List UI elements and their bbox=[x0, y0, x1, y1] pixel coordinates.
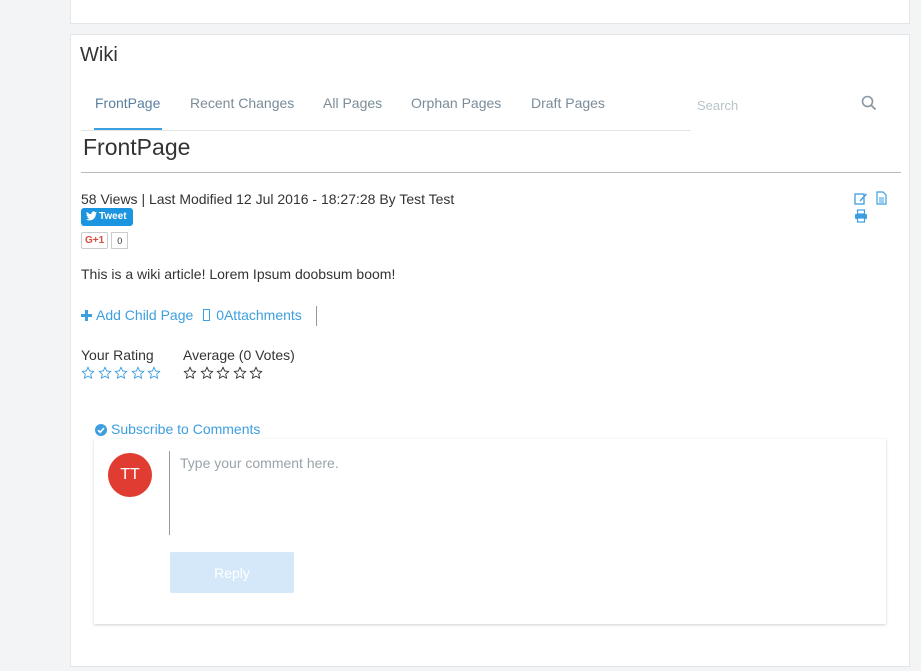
tweet-button[interactable]: Tweet bbox=[81, 208, 133, 226]
print-icon[interactable] bbox=[854, 209, 868, 223]
average-rating-star-icon bbox=[183, 366, 198, 381]
your-rating-star-icon[interactable] bbox=[147, 366, 162, 381]
page-header: FrontPage bbox=[81, 132, 901, 173]
average-rating-star-icon bbox=[216, 366, 231, 381]
page-meta: 58 Views | Last Modified 12 Jul 2016 - 1… bbox=[81, 191, 455, 207]
average-rating-stars bbox=[183, 366, 266, 382]
tab-draft-pages[interactable]: Draft Pages bbox=[531, 95, 605, 111]
add-child-page-label: Add Child Page bbox=[96, 306, 194, 323]
tweet-label: Tweet bbox=[99, 211, 127, 222]
average-rating-star-icon bbox=[200, 366, 215, 381]
tab-orphan-pages[interactable]: Orphan Pages bbox=[411, 95, 501, 111]
google-plus-count: 0 bbox=[111, 232, 129, 249]
active-tab-indicator bbox=[94, 128, 162, 130]
twitter-bird-icon bbox=[86, 211, 97, 221]
average-rating-star-icon bbox=[233, 366, 248, 381]
paperclip-icon bbox=[203, 308, 211, 321]
article-content: This is a wiki article! Lorem Ipsum doob… bbox=[81, 266, 396, 282]
portlet-title: Wiki bbox=[80, 44, 118, 66]
document-icon[interactable] bbox=[874, 191, 888, 205]
divider bbox=[315, 306, 317, 326]
your-rating-star-icon[interactable] bbox=[81, 366, 96, 381]
plus-icon bbox=[81, 309, 92, 321]
subscribe-label: Subscribe to Comments bbox=[111, 421, 261, 437]
search-form bbox=[695, 79, 885, 130]
tab-recent-changes[interactable]: Recent Changes bbox=[190, 95, 294, 111]
your-rating-star-icon[interactable] bbox=[114, 366, 129, 381]
search-icon[interactable] bbox=[861, 95, 881, 115]
reply-button[interactable]: Reply bbox=[170, 552, 294, 593]
tab-all-pages[interactable]: All Pages bbox=[323, 95, 382, 111]
add-child-page-link[interactable]: Add Child Page bbox=[81, 307, 193, 323]
your-rating-star-icon[interactable] bbox=[98, 366, 113, 381]
wiki-portlet: Wiki FrontPage Recent Changes All Pages … bbox=[70, 34, 910, 667]
wiki-nav-tabs: FrontPage Recent Changes All Pages Orpha… bbox=[81, 79, 691, 131]
page-links: Add Child Page 0Attachments bbox=[81, 306, 317, 326]
average-rating-label: Average (0 Votes) bbox=[183, 347, 295, 363]
google-plus-widget: G+1 0 bbox=[81, 232, 129, 249]
page-action-icons bbox=[854, 191, 909, 223]
check-circle-icon bbox=[95, 424, 107, 436]
comment-form: TT Reply bbox=[94, 439, 886, 624]
page-title: FrontPage bbox=[83, 134, 191, 160]
google-plus-button[interactable]: G+1 bbox=[81, 232, 109, 249]
comment-input[interactable] bbox=[169, 451, 880, 535]
average-rating-star-icon bbox=[249, 366, 264, 381]
previous-portlet bbox=[70, 0, 910, 24]
tab-frontpage[interactable]: FrontPage bbox=[95, 95, 160, 111]
subscribe-to-comments-link[interactable]: Subscribe to Comments bbox=[95, 421, 260, 437]
edit-icon[interactable] bbox=[854, 191, 868, 205]
attachments-link[interactable]: 0Attachments bbox=[203, 307, 302, 323]
avatar: TT bbox=[108, 453, 152, 497]
search-input[interactable] bbox=[695, 93, 849, 117]
attachments-label: 0Attachments bbox=[216, 306, 302, 323]
your-rating-label: Your Rating bbox=[81, 347, 154, 363]
your-rating-stars bbox=[81, 366, 164, 382]
your-rating-star-icon[interactable] bbox=[131, 366, 146, 381]
